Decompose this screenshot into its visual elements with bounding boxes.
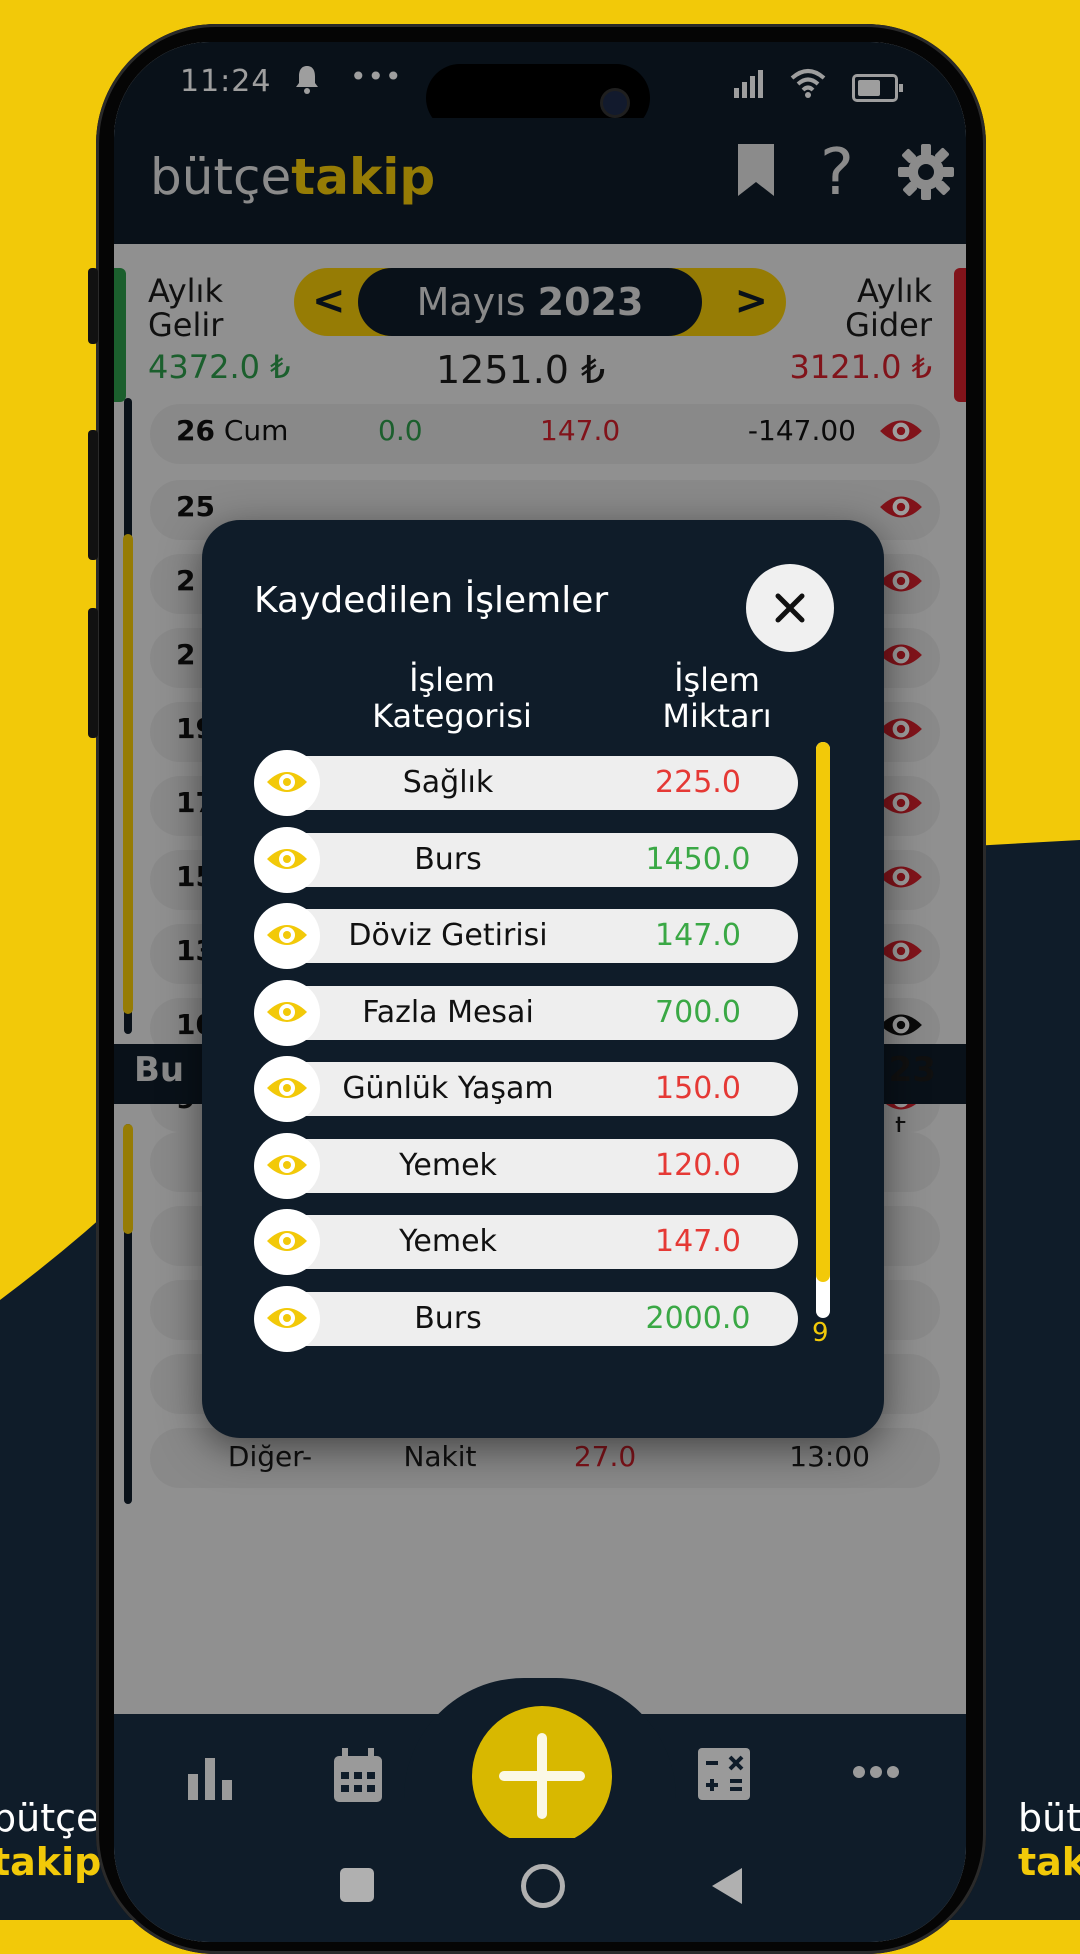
dialog-title: Kaydedilen İşlemler (254, 580, 609, 621)
saved-transaction-amount: 2000.0 (645, 1300, 751, 1336)
back-button[interactable] (710, 1866, 744, 1910)
side-brand-left-yellow: takip (0, 1840, 102, 1884)
close-button[interactable] (746, 564, 834, 652)
stats-chart-icon[interactable] (186, 1754, 234, 1806)
side-brand-right: büt tak (1018, 1796, 1080, 1884)
saved-transaction-category: Yemek (399, 1224, 497, 1259)
saved-transaction-amount: 150.0 (655, 1071, 741, 1106)
phone-side-button (88, 608, 98, 738)
home-button[interactable] (521, 1864, 565, 1908)
saved-transaction-category: Burs (414, 1300, 482, 1336)
saved-transaction-row[interactable]: Yemek 147.0 (254, 1209, 798, 1275)
saved-transaction-amount: 1450.0 (645, 841, 751, 877)
saved-transaction-category: Burs (414, 841, 482, 877)
saved-transaction-amount: 147.0 (655, 918, 741, 953)
saved-transaction-row[interactable]: Döviz Getirisi 147.0 (254, 903, 798, 969)
calculator-icon[interactable] (698, 1748, 750, 1804)
saved-transaction-category: Yemek (399, 1147, 497, 1183)
saved-transaction-category: Sağlık (402, 765, 494, 800)
saved-transaction-category: Fazla Mesai (362, 994, 534, 1030)
side-brand-right-yellow: tak (1018, 1840, 1080, 1884)
saved-transaction-amount: 147.0 (655, 1224, 741, 1259)
dialog-scroll-thumb[interactable] (816, 742, 830, 1282)
record-count: 9 (812, 1318, 829, 1348)
saved-transaction-amount: 225.0 (655, 765, 741, 800)
saved-transaction-row[interactable]: Fazla Mesai 700.0 (254, 979, 798, 1046)
side-brand-left: bütçe takip (0, 1796, 101, 1884)
saved-transaction-row[interactable]: Yemek 120.0 (254, 1132, 798, 1199)
saved-transaction-row[interactable]: Günlük Yaşam 150.0 (254, 1056, 798, 1122)
side-brand-right-white: büt (1018, 1796, 1080, 1840)
phone-side-button (88, 430, 98, 560)
saved-transactions-dialog: Kaydedilen İşlemler İşlem Kategorisi İşle… (202, 520, 884, 1438)
saved-transaction-amount: 120.0 (655, 1147, 741, 1183)
amount-column-header: İşlem Miktarı (602, 662, 832, 734)
saved-transaction-row[interactable]: Burs 1450.0 (254, 826, 798, 893)
plus-icon (499, 1733, 585, 1819)
add-button[interactable] (472, 1706, 612, 1846)
side-brand-left-white: bütçe (0, 1796, 100, 1840)
amount-header-line1: İşlem (674, 661, 760, 699)
category-header-line1: İşlem (409, 661, 495, 699)
recent-apps-button[interactable] (340, 1868, 374, 1902)
category-header-line2: Kategorisi (372, 697, 532, 735)
amount-header-line2: Miktarı (662, 697, 772, 735)
saved-transaction-row[interactable]: Burs 2000.0 (254, 1285, 798, 1352)
close-icon (775, 593, 805, 623)
system-nav-bar (114, 1838, 966, 1942)
saved-transaction-category: Döviz Getirisi (348, 918, 548, 953)
phone-side-button (88, 268, 98, 344)
category-column-header: İşlem Kategorisi (332, 662, 572, 734)
saved-transaction-amount: 700.0 (655, 994, 741, 1030)
saved-transaction-category: Günlük Yaşam (342, 1071, 554, 1106)
saved-transaction-row[interactable]: Sağlık 225.0 (254, 750, 798, 816)
calendar-icon[interactable] (332, 1748, 384, 1808)
more-icon[interactable] (852, 1764, 900, 1783)
